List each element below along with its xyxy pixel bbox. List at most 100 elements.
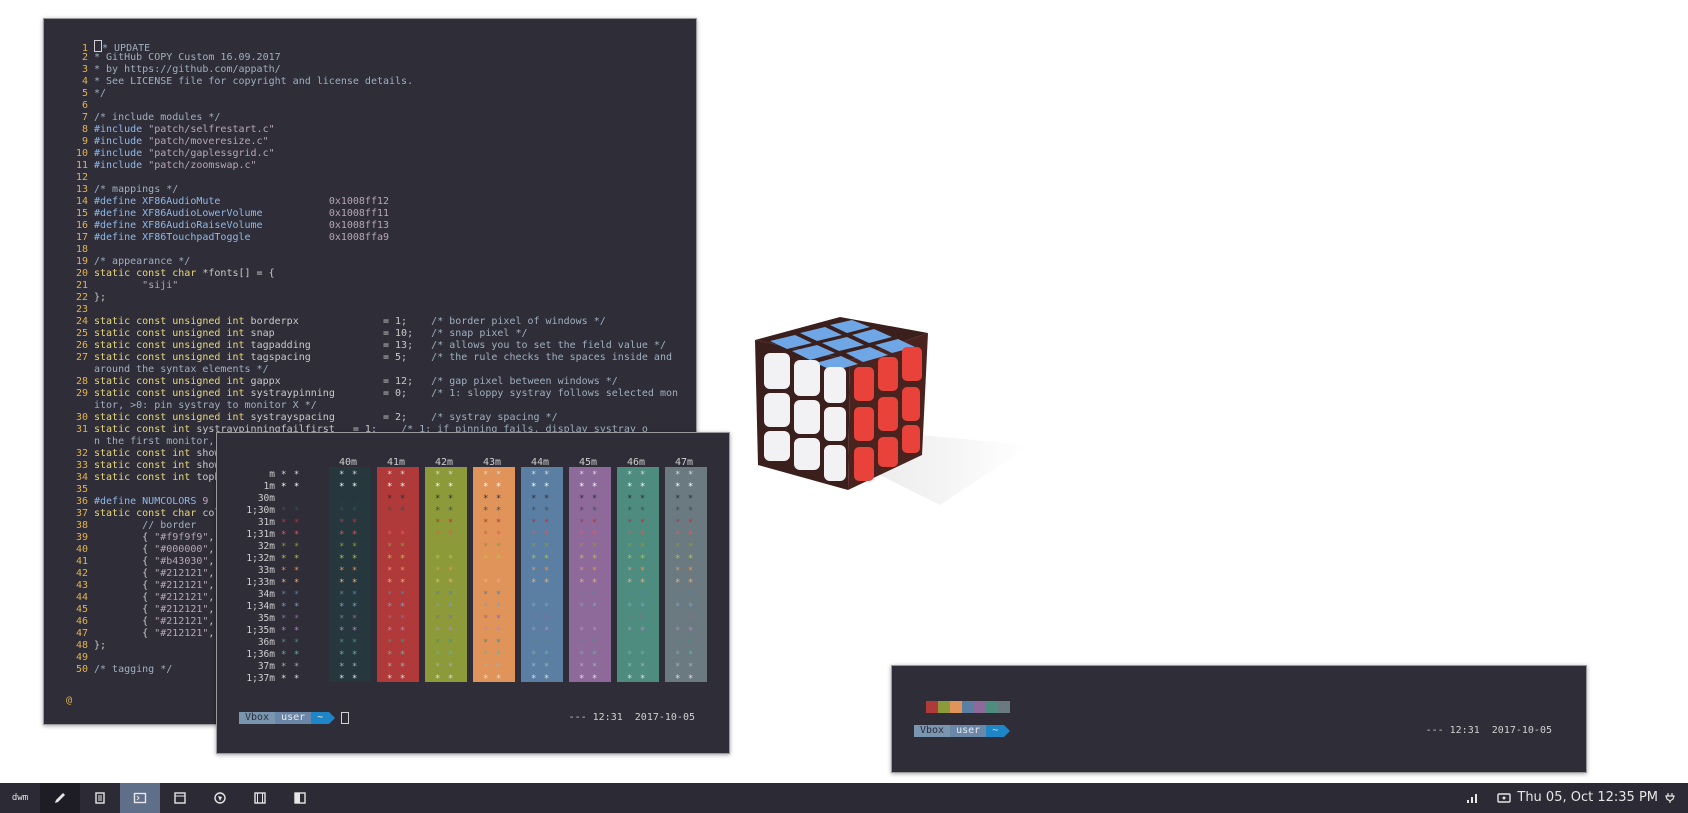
code-line: 8 #include "patch/selfrestart.c": [68, 124, 678, 136]
color-sample: * *: [627, 542, 647, 552]
code-line: 17 #define XF86TouchpadToggle 0x1008ffa9: [68, 232, 678, 244]
color-test-terminal-window[interactable]: 40m 41m 42m 43m 44m 45m 46m 47m m * * * * * * * * * *…: [216, 432, 730, 754]
color-sample: * *: [627, 662, 647, 672]
color-sample: * *: [339, 602, 359, 612]
line-number: 47: [75, 628, 88, 639]
code-token: "patch/selfrestart.c": [148, 124, 275, 135]
code-token: /* the rule checks the spaces inside and: [431, 352, 672, 363]
code-token: #include: [94, 148, 149, 159]
line-number: 9: [81, 136, 88, 147]
terminal-clock: --- 12:31 2017-10-05: [568, 712, 695, 723]
line-number: 49: [75, 652, 88, 663]
code-line: 27 static const unsigned int tagspacing =…: [68, 352, 678, 364]
color-sample: * *: [627, 614, 647, 624]
line-number: 41: [75, 556, 88, 567]
editor-status-marker: @: [66, 695, 73, 706]
line-number: 38: [75, 520, 88, 531]
color-sample: * *: [281, 506, 301, 516]
tag-terminal[interactable]: [120, 783, 160, 813]
code-line: 26 static const unsigned int tagpadding =…: [68, 340, 678, 352]
code-line: 13 /* mappings */: [68, 184, 678, 196]
terminal-clock: --- 12:31 2017-10-05: [1425, 725, 1552, 736]
taskbar: dwm Thu 05, Oct 12:35 PM: [0, 783, 1688, 813]
code-token: 0x1008ff13: [328, 220, 390, 231]
code-token: ,: [208, 556, 215, 567]
color-sample: * *: [435, 494, 455, 504]
code-token: // border: [142, 520, 197, 531]
row-label: m: [269, 469, 275, 480]
code-token: {: [94, 532, 155, 543]
color-sample: * *: [531, 530, 551, 540]
prompt-user: user: [275, 712, 312, 724]
color-sample: * *: [483, 662, 503, 672]
code-token: #include: [94, 136, 149, 147]
code-token: "patch/gaplessgrid.c": [148, 148, 275, 159]
color-sample: * *: [531, 674, 551, 684]
line-number: 32: [75, 448, 88, 459]
code-line: 5 */: [68, 88, 678, 100]
color-sample: * *: [339, 566, 359, 576]
tag-document[interactable]: [80, 783, 120, 813]
tag-pencil[interactable]: [40, 783, 80, 813]
color-sample: * *: [339, 650, 359, 660]
code-token: /* snap pixel */: [431, 328, 528, 339]
line-number: 3: [81, 64, 88, 75]
taskbar-clock[interactable]: Thu 05, Oct 12:35 PM: [1517, 783, 1658, 813]
column-header: 40m: [339, 457, 358, 468]
signal-icon: [1467, 794, 1477, 803]
line-number: 25: [75, 328, 88, 339]
code-token: static const char: [94, 268, 203, 279]
code-line: 29 static const unsigned int systraypinni…: [68, 388, 678, 400]
color-sample: * *: [281, 518, 301, 528]
tag-layout[interactable]: [280, 783, 320, 813]
code-token: static const unsigned int: [94, 328, 251, 339]
color-sample: * *: [387, 482, 407, 492]
code-token: static const unsigned int: [94, 316, 251, 327]
color-sample: * *: [435, 650, 455, 660]
row-label: 35m: [257, 613, 275, 624]
color-sample: * *: [627, 494, 647, 504]
color-sample: * *: [675, 566, 695, 576]
color-sample: * *: [387, 530, 407, 540]
code-token: {: [94, 568, 155, 579]
tag-code[interactable]: [160, 783, 200, 813]
color-sample: * *: [387, 518, 407, 528]
line-number: 42: [75, 568, 88, 579]
color-sample: * *: [579, 578, 599, 588]
color-sample: * *: [339, 578, 359, 588]
color-sample: * *: [579, 530, 599, 540]
color-sample: * *: [627, 674, 647, 684]
code-line: 10 #include "patch/gaplessgrid.c": [68, 148, 678, 160]
color-sample: * *: [435, 566, 455, 576]
line-number: 43: [75, 580, 88, 591]
color-sample: * *: [627, 482, 647, 492]
line-number: 17: [75, 232, 88, 243]
prompt-host: Vbox: [239, 712, 276, 724]
color-sample: * *: [579, 542, 599, 552]
color-sample: * *: [387, 470, 407, 480]
code-line: 6: [68, 100, 678, 112]
code-token: *fonts[] = {: [202, 268, 275, 279]
signal-status[interactable]: [1462, 783, 1482, 813]
network-status[interactable]: [1492, 783, 1516, 813]
small-terminal-window[interactable]: Vbox user ~ --- 12:31 2017-10-05: [891, 665, 1587, 773]
column-header: 47m: [675, 457, 694, 468]
line-number: 23: [75, 304, 88, 315]
wm-logo[interactable]: dwm: [0, 783, 40, 813]
code-token: "#212121": [154, 604, 209, 615]
color-sample: * *: [675, 470, 695, 480]
tag-media[interactable]: [240, 783, 280, 813]
film-icon: [254, 792, 266, 804]
power-status[interactable]: [1660, 783, 1680, 813]
color-sample: * *: [281, 590, 301, 600]
color-sample: * *: [675, 602, 695, 612]
code-token: static const unsigned int: [94, 388, 251, 399]
color-sample: * *: [483, 614, 503, 624]
tag-web[interactable]: [200, 783, 240, 813]
color-sample: * *: [627, 518, 647, 528]
code-token: "#212121": [154, 592, 209, 603]
color-sample: * *: [531, 518, 551, 528]
line-number: 14: [75, 196, 88, 207]
color-sample: * *: [579, 494, 599, 504]
color-sample: * *: [675, 518, 695, 528]
